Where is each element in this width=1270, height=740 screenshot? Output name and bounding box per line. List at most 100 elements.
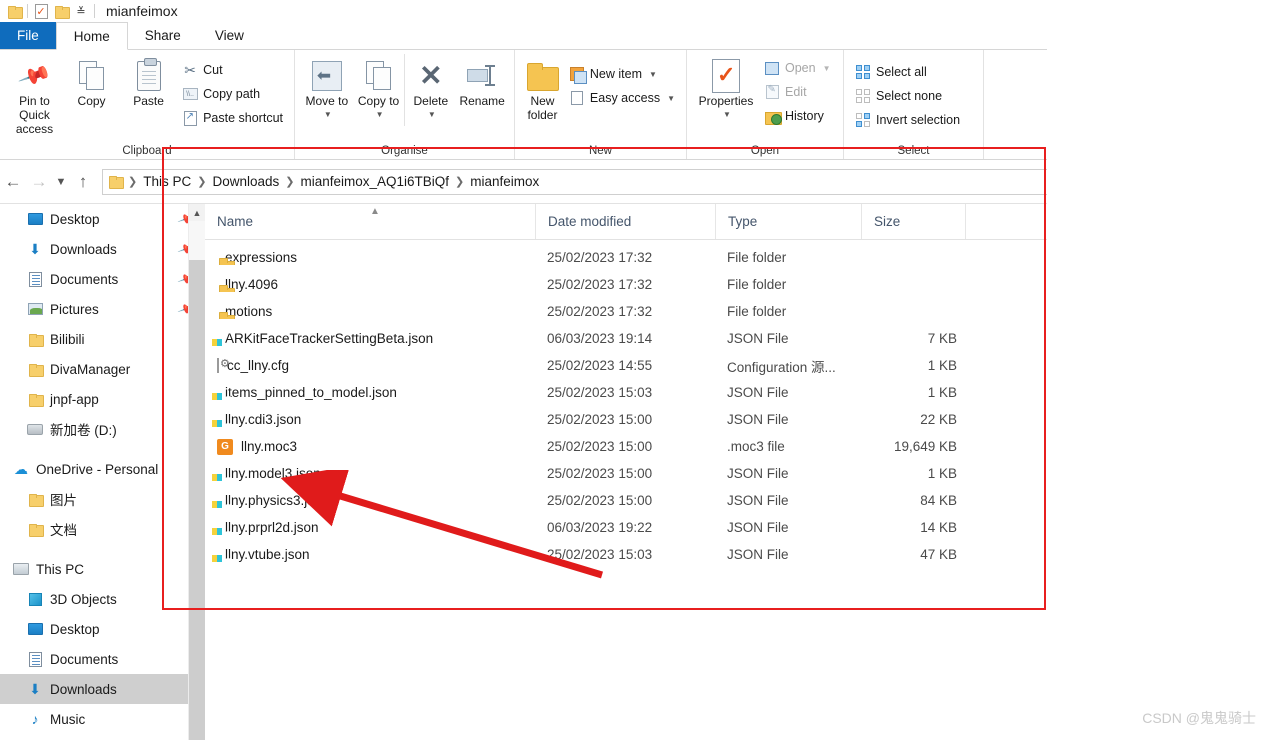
select-all-button[interactable]: Select all (850, 60, 965, 84)
rename-icon (467, 58, 497, 94)
file-name-label: items_pinned_to_model.json (225, 385, 397, 400)
breadcrumb-item-mianfeimox[interactable]: mianfeimox (466, 174, 543, 189)
desktop-icon (24, 623, 46, 635)
sidebar-item-this-pc[interactable]: This PC (0, 554, 205, 584)
sidebar-item-music[interactable]: ♪ Music (0, 704, 205, 734)
sidebar-item-label: Downloads (50, 241, 117, 257)
rename-button[interactable]: Rename (456, 54, 508, 112)
breadcrumb-item-this-pc[interactable]: This PC (139, 174, 195, 189)
sidebar-item-[interactable]: 图片 (0, 484, 205, 514)
column-header-type-label: Type (728, 214, 758, 229)
sidebar-item-d[interactable]: 新加卷 (D:) (0, 414, 205, 444)
file-name-cell[interactable]: wsllny.model3.json (205, 466, 535, 481)
pin-to-quick-access-button[interactable]: 📌 Pin to Quick access (6, 54, 63, 140)
file-name-cell[interactable]: wsitems_pinned_to_model.json (205, 385, 535, 400)
paste-icon (136, 58, 161, 94)
column-header-name[interactable]: Name ▲ (205, 204, 535, 239)
column-header-blank[interactable] (965, 204, 995, 239)
sidebar-item-[interactable]: 文档 (0, 514, 205, 544)
sidebar-item-label: 新加卷 (D:) (50, 423, 117, 438)
customize-dropdown-icon[interactable]: ≚ (71, 2, 91, 20)
edit-button[interactable]: Edit (759, 80, 836, 104)
sidebar-item-onedrive-personal[interactable]: ☁ OneDrive - Personal (0, 454, 205, 484)
right-empty-pane (1047, 0, 1270, 740)
easy-access-button[interactable]: Easy access ▼ (564, 86, 680, 110)
downloads-icon: ⬇ (29, 240, 41, 257)
recent-locations-button[interactable]: ▼ (52, 169, 70, 195)
properties-icon[interactable]: ✓ (31, 2, 51, 20)
up-button[interactable]: ↑ (70, 169, 96, 195)
column-header-type[interactable]: Type (715, 204, 861, 239)
tab-share[interactable]: Share (128, 22, 198, 49)
column-header-date-modified[interactable]: Date modified (535, 204, 715, 239)
file-name-cell[interactable]: motions (205, 304, 535, 319)
breadcrumb-item-downloads[interactable]: Downloads (208, 174, 283, 189)
move-to-button[interactable]: ⬅ Move to ▼ (301, 54, 353, 126)
sidebar-item-downloads[interactable]: ⬇Downloads📌 (0, 234, 205, 264)
cut-button[interactable]: ✂ Cut (177, 58, 288, 82)
sidebar-item-3d-objects[interactable]: 3D Objects (0, 584, 205, 614)
watermark: CSDN @鬼鬼骑士 (1142, 710, 1256, 726)
open-label: Open (785, 61, 816, 75)
properties-button[interactable]: ✓ Properties ▼ (693, 54, 759, 126)
navigation-scrollbar[interactable]: ▲ (188, 204, 205, 740)
sidebar-item-desktop[interactable]: Desktop (0, 614, 205, 644)
file-date-cell: 25/02/2023 15:00 (547, 466, 653, 481)
file-name-cell[interactable]: cc_llny.cfg (205, 358, 535, 373)
sidebar-item-label: Documents (50, 651, 119, 667)
file-date-cell: 25/02/2023 17:32 (547, 277, 653, 292)
window-title: mianfeimox (106, 3, 178, 19)
file-name-cell[interactable]: wsllny.physics3.json (205, 493, 535, 508)
tab-file[interactable]: File (0, 22, 56, 49)
sidebar-item-divamanager[interactable]: DivaManager (0, 354, 205, 384)
file-name-cell[interactable]: wsllny.cdi3.json (205, 412, 535, 427)
sidebar-item-bilibili[interactable]: Bilibili (0, 324, 205, 354)
new-folder-icon[interactable] (51, 2, 71, 20)
file-name-cell[interactable]: Gllny.moc3 (205, 438, 535, 455)
sidebar-item-pictures[interactable]: Pictures📌 (0, 294, 205, 324)
delete-button[interactable]: ✕ Delete ▼ (404, 54, 456, 126)
sidebar-item-documents[interactable]: Documents📌 (0, 264, 205, 294)
file-name-cell[interactable]: expressions (205, 250, 535, 265)
file-name-cell[interactable]: wsllny.prprl2d.json (205, 520, 535, 535)
tab-home[interactable]: Home (55, 22, 128, 50)
file-name-cell[interactable]: wsllny.vtube.json (205, 547, 535, 562)
copy-to-button[interactable]: Copy to ▼ (353, 54, 405, 126)
sidebar-item-downloads[interactable]: ⬇ Downloads (0, 674, 205, 704)
copy-path-button[interactable]: \\.. Copy path (177, 82, 288, 106)
divider (94, 4, 95, 18)
sidebar-item-desktop[interactable]: Desktop📌 (0, 204, 205, 234)
file-name-label: llny.prprl2d.json (225, 520, 319, 535)
forward-button[interactable]: → (26, 169, 52, 195)
open-button[interactable]: Open ▼ (759, 56, 836, 80)
file-name-cell[interactable]: llny.4096 (205, 277, 535, 292)
tab-view[interactable]: View (198, 22, 261, 49)
copy-to-label: Copy to (357, 94, 400, 108)
back-button[interactable]: ← (0, 169, 26, 195)
breadcrumb-item-mianfeimox-aq1i6tbiqf[interactable]: mianfeimox_AQ1i6TBiQf (296, 174, 453, 189)
select-none-icon (855, 88, 871, 104)
file-name-label: ARKitFaceTrackerSettingBeta.json (225, 331, 434, 346)
sidebar-item-documents[interactable]: Documents (0, 644, 205, 674)
cut-label: Cut (203, 63, 223, 77)
paste-shortcut-button[interactable]: Paste shortcut (177, 106, 288, 130)
folder-icon[interactable] (4, 2, 24, 20)
scroll-up-icon[interactable]: ▲ (189, 204, 205, 221)
invert-selection-button[interactable]: Invert selection (850, 108, 965, 132)
group-label-new: New (588, 145, 612, 157)
file-size-cell: 1 KB (927, 466, 957, 481)
column-header-size[interactable]: Size (861, 204, 965, 239)
scrollbar-thumb[interactable] (189, 260, 205, 740)
file-type-cell: File folder (727, 250, 787, 265)
invert-selection-icon (855, 112, 871, 128)
paste-button[interactable]: Paste (120, 54, 177, 112)
new-folder-button[interactable]: New folder (521, 54, 564, 126)
sidebar-item-label: This PC (36, 561, 85, 577)
sidebar-item-jnpf-app[interactable]: jnpf-app (0, 384, 205, 414)
file-name-label: llny.moc3 (241, 439, 298, 454)
file-name-cell[interactable]: wsARKitFaceTrackerSettingBeta.json (205, 331, 535, 346)
new-item-button[interactable]: New item ▼ (564, 62, 680, 86)
select-none-button[interactable]: Select none (850, 84, 965, 108)
history-button[interactable]: History (759, 104, 836, 128)
copy-button[interactable]: Copy (63, 54, 120, 112)
